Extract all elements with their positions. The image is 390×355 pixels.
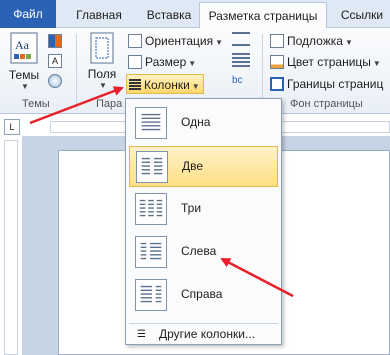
tab-insert[interactable]: Вставка bbox=[136, 2, 202, 28]
more-columns-item[interactable]: ☰ Другие колонки... bbox=[129, 323, 278, 341]
tab-selector[interactable]: L bbox=[4, 119, 20, 135]
orientation-icon bbox=[128, 34, 142, 48]
chevron-down-icon: ▼ bbox=[21, 82, 29, 91]
margins-label: Поля bbox=[87, 67, 117, 81]
page-background-group-label: Фон страницы bbox=[290, 98, 363, 110]
margins-icon bbox=[90, 32, 114, 64]
chevron-down-icon: ▼ bbox=[372, 59, 381, 68]
tab-references[interactable]: Ссылки bbox=[334, 2, 390, 28]
columns-icon: ☰ bbox=[137, 329, 146, 340]
theme-fonts-icon[interactable]: A bbox=[48, 54, 62, 68]
orientation-button[interactable]: Ориентация ▼ bbox=[128, 31, 223, 51]
more-columns-label: Другие колонки... bbox=[159, 327, 255, 341]
columns-option-label: Одна bbox=[181, 115, 211, 129]
columns-option-three[interactable]: Три bbox=[129, 189, 278, 230]
chevron-down-icon: ▼ bbox=[191, 82, 200, 91]
themes-label: Темы bbox=[8, 68, 40, 82]
chevron-down-icon: ▼ bbox=[99, 81, 107, 90]
two-columns-icon bbox=[136, 151, 168, 183]
columns-option-label: Справа bbox=[181, 287, 223, 301]
watermark-button[interactable]: Подложка ▼ bbox=[270, 31, 353, 51]
page-color-label: Цвет страницы bbox=[287, 55, 371, 69]
columns-option-two[interactable]: Две bbox=[129, 146, 278, 187]
size-label: Размер bbox=[145, 55, 187, 69]
chevron-down-icon: ▼ bbox=[344, 38, 353, 47]
page-color-icon bbox=[270, 55, 284, 69]
theme-options: A bbox=[48, 34, 68, 88]
orientation-label: Ориентация bbox=[145, 34, 214, 48]
svg-text:Aa: Aa bbox=[15, 38, 30, 52]
size-button[interactable]: Размер ▼ bbox=[128, 52, 196, 72]
page-borders-icon bbox=[270, 77, 284, 91]
theme-effects-icon[interactable] bbox=[48, 74, 62, 88]
line-numbers-icon[interactable] bbox=[232, 53, 250, 67]
page-borders-button[interactable]: Границы страниц bbox=[270, 74, 383, 94]
columns-option-right[interactable]: Справа bbox=[129, 275, 278, 316]
size-icon bbox=[128, 55, 142, 69]
divider bbox=[76, 34, 77, 110]
page-setup-extra: bc bbox=[232, 32, 254, 88]
tab-home[interactable]: Главная bbox=[64, 2, 134, 28]
columns-label: Колонки bbox=[144, 78, 190, 92]
three-columns-icon bbox=[135, 193, 167, 225]
left-column-icon bbox=[135, 236, 167, 268]
columns-option-label: Две bbox=[182, 159, 204, 173]
chevron-down-icon: ▼ bbox=[188, 59, 197, 68]
ribbon-tab-bar: Файл Главная Вставка Разметка страницы С… bbox=[0, 0, 390, 29]
right-column-icon bbox=[135, 279, 167, 311]
columns-dropdown: Одна Две Три Слева Справа ☰ Другие колон… bbox=[125, 98, 282, 345]
tab-page-layout[interactable]: Разметка страницы bbox=[199, 2, 327, 29]
margins-button[interactable]: Поля ▼ bbox=[84, 32, 120, 90]
page-color-button[interactable]: Цвет страницы ▼ bbox=[270, 52, 381, 72]
vertical-ruler[interactable] bbox=[4, 140, 18, 355]
breaks-icon[interactable] bbox=[232, 32, 250, 46]
one-column-icon bbox=[135, 107, 167, 139]
themes-icon: Aa bbox=[10, 32, 38, 64]
columns-option-label: Слева bbox=[181, 244, 217, 258]
columns-option-label: Три bbox=[181, 201, 202, 215]
chevron-down-icon: ▼ bbox=[215, 38, 224, 47]
page-borders-label: Границы страниц bbox=[287, 77, 384, 91]
columns-icon bbox=[129, 79, 141, 90]
themes-group-label: Темы bbox=[22, 98, 50, 110]
theme-colors-icon[interactable] bbox=[48, 34, 62, 48]
columns-option-one[interactable]: Одна bbox=[129, 103, 278, 144]
themes-button[interactable]: Aa Темы ▼ bbox=[6, 32, 42, 91]
tab-file[interactable]: Файл bbox=[0, 0, 56, 28]
watermark-label: Подложка bbox=[287, 34, 343, 48]
columns-option-left[interactable]: Слева bbox=[129, 232, 278, 273]
watermark-icon bbox=[270, 34, 284, 48]
hyphenation-icon[interactable]: bc bbox=[232, 74, 250, 88]
page-setup-group-label: Пара bbox=[96, 98, 123, 110]
columns-button[interactable]: Колонки ▼ bbox=[126, 74, 204, 94]
